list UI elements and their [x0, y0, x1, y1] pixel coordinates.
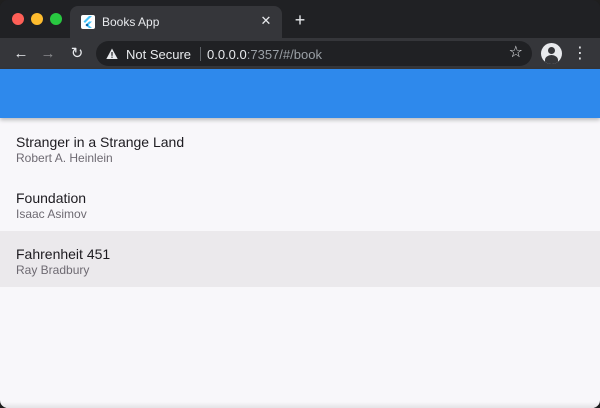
- url-host: 0.0.0.0: [207, 47, 247, 62]
- book-author: Isaac Asimov: [16, 207, 87, 221]
- book-title: Foundation: [16, 190, 87, 206]
- browser-window: Books App ✕ + ← → ↻ Not Secure 0.0.0.0:7…: [0, 0, 600, 408]
- book-list-item-selected[interactable]: Fahrenheit 451 Ray Bradbury: [0, 231, 600, 287]
- page-bottom-edge: [0, 402, 600, 408]
- warning-icon[interactable]: [106, 47, 118, 59]
- url-text[interactable]: 0.0.0.0:7357/#/book: [207, 47, 322, 62]
- book-list: Stranger in a Strange Land Robert A. Hei…: [0, 119, 600, 287]
- book-list-item[interactable]: Stranger in a Strange Land Robert A. Hei…: [0, 119, 600, 175]
- url-path: :7357/#/book: [246, 47, 322, 62]
- reload-icon[interactable]: ↻: [66, 43, 88, 65]
- book-title: Stranger in a Strange Land: [16, 134, 185, 150]
- back-arrow-icon[interactable]: ←: [10, 43, 32, 65]
- page-content: Stranger in a Strange Land Robert A. Hei…: [0, 69, 600, 408]
- window-close-button[interactable]: [12, 13, 24, 25]
- tab-books-app[interactable]: Books App ✕: [70, 6, 282, 38]
- forward-arrow-icon[interactable]: →: [37, 43, 59, 65]
- flutter-icon: [81, 15, 95, 29]
- book-title: Fahrenheit 451: [16, 246, 111, 262]
- tab-title: Books App: [102, 15, 160, 29]
- address-divider: [200, 47, 201, 61]
- bookmark-star-icon[interactable]: ☆: [509, 44, 523, 62]
- address-bar[interactable]: Not Secure 0.0.0.0:7357/#/book ☆: [96, 41, 532, 66]
- tab-strip: Books App ✕ +: [0, 0, 600, 38]
- browser-toolbar: ← → ↻ Not Secure 0.0.0.0:7357/#/book ☆ ⋮: [0, 38, 600, 69]
- close-tab-icon[interactable]: ✕: [258, 13, 274, 29]
- book-author: Robert A. Heinlein: [16, 151, 113, 165]
- book-list-item[interactable]: Foundation Isaac Asimov: [0, 175, 600, 231]
- book-author: Ray Bradbury: [16, 263, 90, 277]
- app-bar: [0, 69, 600, 118]
- new-tab-button[interactable]: +: [290, 10, 310, 30]
- profile-avatar-icon[interactable]: [541, 43, 562, 64]
- window-minimize-button[interactable]: [31, 13, 43, 25]
- window-zoom-button[interactable]: [50, 13, 62, 25]
- security-status-label[interactable]: Not Secure: [126, 47, 191, 62]
- browser-menu-icon[interactable]: ⋮: [572, 44, 588, 64]
